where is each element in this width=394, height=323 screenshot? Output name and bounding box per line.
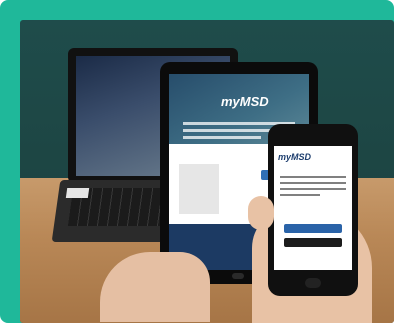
phone-home-button: [305, 278, 321, 288]
laptop-sticker: [65, 188, 90, 198]
phone-intro-text: [280, 172, 346, 200]
device-photo: myMSD myMSD: [20, 20, 394, 323]
phone-register-button: [284, 224, 342, 233]
tablet-brand-logo: myMSD: [221, 94, 269, 109]
photo-frame: myMSD myMSD: [0, 0, 394, 323]
tablet-home-button: [232, 273, 244, 279]
phone-device: myMSD: [268, 124, 358, 296]
phone-login-button: [284, 238, 342, 247]
thumb: [248, 196, 274, 230]
phone-screen: myMSD: [274, 146, 352, 270]
tablet-card-image: [179, 164, 219, 214]
phone-brand-logo: myMSD: [278, 152, 312, 162]
